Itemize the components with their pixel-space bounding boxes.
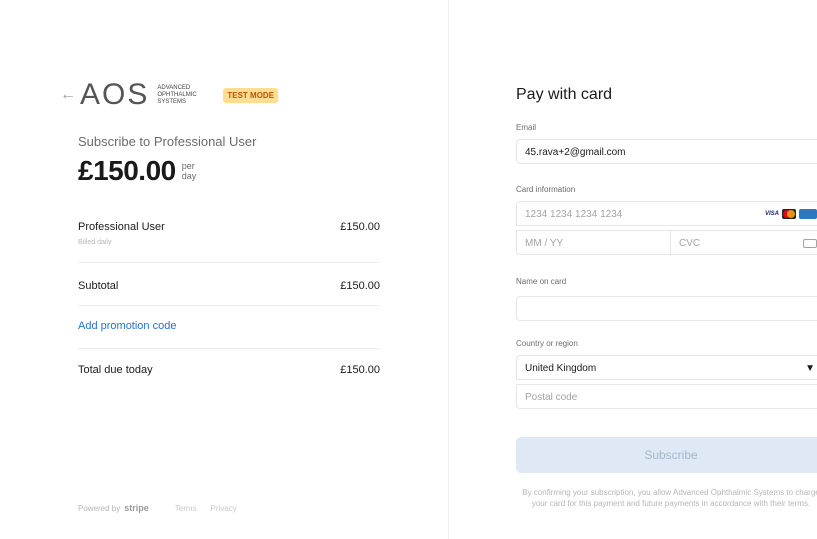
line-item-amount: £150.00 <box>340 221 380 233</box>
card-number-placeholder: 1234 1234 1234 1234 <box>525 209 623 220</box>
stripe-logo[interactable]: stripe <box>124 503 149 513</box>
line-item-name: Professional User <box>78 221 165 233</box>
back-arrow-icon[interactable]: ← <box>60 87 76 103</box>
powered-by-text: Powered by <box>78 503 121 513</box>
expiry-placeholder: MM / YY <box>525 238 564 249</box>
country-value: United Kingdom <box>525 363 597 374</box>
footer: Powered by stripe Terms Privacy <box>78 503 237 513</box>
merchant-logo: AOS <box>80 78 150 111</box>
total-row: Total due today £150.00 <box>78 364 380 376</box>
mastercard-icon <box>782 209 796 219</box>
divider <box>78 305 380 306</box>
card-number-field[interactable]: 1234 1234 1234 1234 VISA <box>516 201 817 226</box>
name-on-card-field[interactable] <box>516 296 817 321</box>
expiry-field[interactable]: MM / YY <box>516 230 671 255</box>
test-mode-badge: TEST MODE <box>223 87 279 103</box>
name-on-card-label: Name on card <box>516 277 567 286</box>
cvc-card-icon <box>803 239 817 248</box>
terms-link[interactable]: Terms <box>175 504 197 513</box>
subtotal-label: Subtotal <box>78 280 119 292</box>
card-information-label: Card information <box>516 185 576 194</box>
subscribe-description: Subscribe to Professional User <box>78 134 257 149</box>
divider <box>78 348 380 349</box>
card-brands: VISA <box>765 209 817 219</box>
expiry-cvc-row: MM / YY CVC <box>516 230 817 255</box>
price-amount: £150.00 <box>78 155 176 186</box>
subtotal-row: Subtotal £150.00 <box>78 280 380 292</box>
email-field[interactable]: 45.rava+2@gmail.com <box>516 139 817 164</box>
line-item-sub: Billed daily <box>78 239 112 246</box>
order-summary-panel: ← AOS ADVANCED OPHTHALMIC SYSTEMS TEST M… <box>0 0 448 539</box>
period-unit: day <box>181 171 197 181</box>
divider <box>78 262 380 263</box>
email-label: Email <box>516 123 537 132</box>
visa-icon: VISA <box>764 211 779 217</box>
total-label: Total due today <box>78 364 153 376</box>
country-label: Country or region <box>516 339 578 348</box>
chevron-down-icon: ▼ <box>805 363 815 374</box>
subscribe-button[interactable]: Subscribe <box>516 437 817 473</box>
amex-icon <box>799 209 817 219</box>
price-row: £150.00 per day <box>78 155 196 187</box>
merchant-logo-subtitle: ADVANCED OPHTHALMIC SYSTEMS <box>157 84 197 105</box>
total-amount: £150.00 <box>340 364 380 376</box>
form-title: Pay with card <box>516 86 613 103</box>
country-select[interactable]: United Kingdom ▼ <box>516 355 817 380</box>
postal-code-field[interactable]: Postal code <box>516 384 817 409</box>
consent-text: By confirming your subscription, you all… <box>522 488 817 508</box>
privacy-link[interactable]: Privacy <box>211 504 237 513</box>
merchant-header: ← AOS ADVANCED OPHTHALMIC SYSTEMS TEST M… <box>60 78 279 111</box>
add-promotion-code-link[interactable]: Add promotion code <box>78 320 176 332</box>
cvc-placeholder: CVC <box>679 238 701 249</box>
line-item: Professional User £150.00 <box>78 221 380 233</box>
subtotal-amount: £150.00 <box>340 280 380 292</box>
payment-form-panel: Pay with card Email 45.rava+2@gmail.com … <box>449 0 817 539</box>
postal-code-placeholder: Postal code <box>525 392 578 403</box>
billing-period: per day <box>182 161 197 181</box>
period-prefix: per <box>181 161 195 171</box>
cvc-field[interactable]: CVC <box>670 230 817 255</box>
